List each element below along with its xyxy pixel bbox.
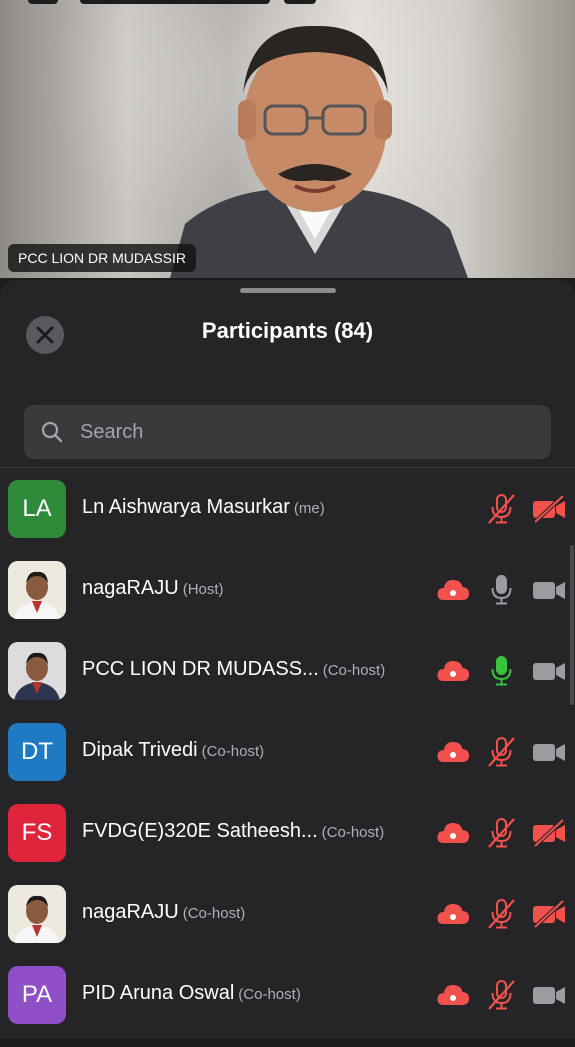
video-off-icon[interactable]: [532, 494, 566, 524]
participant-name: Dipak Trivedi (Co-host): [82, 739, 264, 762]
cloud-recording-icon: [436, 575, 470, 605]
participant-name-text: nagaRAJU: [82, 901, 179, 923]
panel-title: Participants (84): [201, 318, 374, 343]
mic-muted-icon[interactable]: [484, 737, 518, 767]
avatar: LA: [8, 480, 66, 538]
mic-muted-icon[interactable]: [484, 818, 518, 848]
avatar: [8, 561, 66, 619]
video-off-icon[interactable]: [532, 899, 566, 929]
participants-panel: Participants (84) Search LA Ln Aishwarya …: [0, 280, 575, 1039]
participant-row[interactable]: LA Ln Aishwarya Masurkar (me): [0, 480, 575, 561]
video-camera-icon[interactable]: [532, 980, 566, 1010]
search-placeholder: Search: [80, 420, 144, 443]
cloud-recording-icon: [436, 656, 470, 686]
cloud-recording-icon: [436, 737, 470, 767]
video-camera-icon[interactable]: [532, 656, 566, 686]
participant-name: FVDG(E)320E Satheesh... (Co-host): [82, 820, 384, 843]
microphone-icon[interactable]: [484, 656, 518, 686]
participant-row[interactable]: PCC LION DR MUDASS... (Co-host): [0, 642, 575, 723]
participant-name: PID Aruna Oswal (Co-host): [82, 982, 301, 1005]
participant-name: nagaRAJU (Host): [82, 577, 224, 600]
avatar: PA: [8, 966, 66, 1024]
speaker-name-tag: PCC LION DR MUDASSIR: [8, 244, 197, 272]
participant-name-text: FVDG(E)320E Satheesh...: [82, 820, 318, 842]
participant-row[interactable]: nagaRAJU (Co-host): [0, 885, 575, 966]
video-camera-icon[interactable]: [532, 575, 566, 605]
cloud-recording-icon: [436, 980, 470, 1010]
participant-row[interactable]: DT Dipak Trivedi (Co-host): [0, 723, 575, 804]
divider: [0, 467, 575, 468]
participant-name-text: Ln Aishwarya Masurkar: [82, 496, 290, 518]
scrollbar[interactable]: [570, 545, 574, 705]
participant-row[interactable]: PA PID Aruna Oswal (Co-host): [0, 966, 575, 1047]
participant-row[interactable]: FS FVDG(E)320E Satheesh... (Co-host): [0, 804, 575, 885]
participant-list: LA Ln Aishwarya Masurkar (me) nagaRAJU (Hos…: [0, 480, 575, 1047]
speaker-figure: [170, 25, 468, 278]
participant-name-text: PID Aruna Oswal: [82, 982, 235, 1004]
cloud-recording-icon: [436, 818, 470, 848]
participant-role: (me): [293, 500, 325, 517]
active-speaker-video[interactable]: PCC LION DR MUDASSIR: [0, 0, 575, 278]
participant-role: (Co-host): [201, 743, 265, 760]
mic-muted-icon[interactable]: [484, 899, 518, 929]
avatar: FS: [8, 804, 66, 862]
participant-row[interactable]: nagaRAJU (Host): [0, 561, 575, 642]
participant-name-text: nagaRAJU: [82, 577, 179, 599]
participant-name-text: Dipak Trivedi: [82, 739, 198, 761]
search-input[interactable]: Search: [24, 405, 551, 459]
participant-name: nagaRAJU (Co-host): [82, 901, 245, 924]
avatar: DT: [8, 723, 66, 781]
avatar: [8, 642, 66, 700]
mic-muted-icon[interactable]: [484, 494, 518, 524]
participant-name-text: PCC LION DR MUDASS...: [82, 658, 319, 680]
top-control-left[interactable]: [28, 0, 58, 4]
mic-muted-icon[interactable]: [484, 980, 518, 1010]
participant-role: (Co-host): [238, 986, 301, 1003]
participant-role: (Host): [182, 581, 224, 598]
video-off-icon[interactable]: [532, 818, 566, 848]
microphone-icon[interactable]: [484, 575, 518, 605]
search-icon: [41, 421, 63, 443]
drag-handle[interactable]: [240, 288, 336, 293]
participant-role: (Co-host): [321, 824, 385, 841]
video-camera-icon[interactable]: [532, 737, 566, 767]
participant-role: (Co-host): [182, 905, 246, 922]
participant-name: PCC LION DR MUDASS... (Co-host): [82, 658, 385, 681]
avatar: [8, 885, 66, 943]
cloud-recording-icon: [436, 899, 470, 929]
top-control-middle[interactable]: [80, 0, 270, 4]
top-control-right[interactable]: [284, 0, 316, 4]
participant-role: (Co-host): [322, 662, 386, 679]
participant-name: Ln Aishwarya Masurkar (me): [82, 496, 325, 519]
